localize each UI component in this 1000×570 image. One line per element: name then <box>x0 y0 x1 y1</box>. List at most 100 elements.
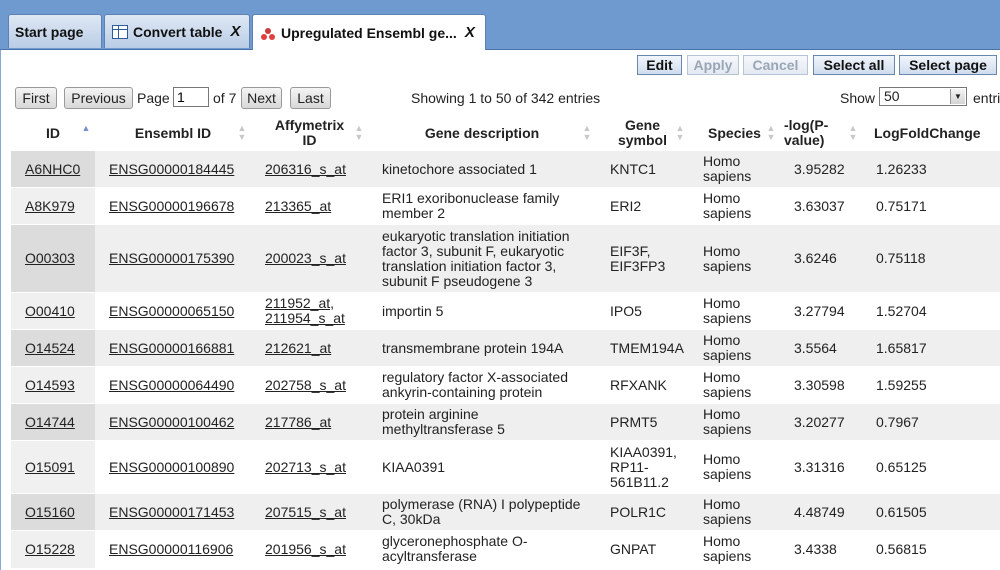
uniprot-id-link[interactable]: A6NHC0 <box>25 161 80 177</box>
uniprot-id-link[interactable]: O15091 <box>25 459 75 475</box>
affymetrix-id-link[interactable]: 213365_at <box>265 198 331 214</box>
species: Homo sapiens <box>689 292 780 330</box>
log-p-value: 3.5564 <box>780 329 862 367</box>
column-header-id[interactable]: ID ▲ <box>11 116 95 151</box>
apply-button[interactable]: Apply <box>687 55 739 75</box>
tab-label: Upregulated Ensembl ge... <box>281 24 457 41</box>
log-fold-change: 0.75118 <box>862 224 1000 293</box>
log-fold-change: 0.75171 <box>862 187 1000 225</box>
affymetrix-id-link[interactable]: 206316_s_at <box>265 161 346 177</box>
affymetrix-id-link[interactable]: 211952_at, 211954_s_at <box>265 295 345 326</box>
tab-label: Convert table <box>133 23 223 40</box>
ensembl-id-link[interactable]: ENSG00000196678 <box>109 198 234 214</box>
page-label: Page <box>137 90 170 106</box>
column-header-species[interactable]: Species ▲ ▼ <box>689 116 780 151</box>
table-row[interactable]: O15228 ENSG00000116906 201956_s_at glyce… <box>11 530 1000 568</box>
select-all-button[interactable]: Select all <box>813 55 895 75</box>
species: Homo sapiens <box>689 366 780 404</box>
close-icon[interactable]: X <box>465 24 475 41</box>
tab-start-page[interactable]: Start page <box>8 14 102 48</box>
affymetrix-id-link[interactable]: 207515_s_at <box>265 504 346 520</box>
column-header-gene-symbol[interactable]: Gene symbol ▲ ▼ <box>596 116 689 151</box>
gene-description: transmembrane protein 194A <box>368 329 596 367</box>
entries-info: Showing 1 to 50 of 342 entries <box>411 90 601 106</box>
ensembl-id-link[interactable]: ENSG00000175390 <box>109 250 234 266</box>
next-page-button[interactable]: Next <box>241 87 282 109</box>
uniprot-id-link[interactable]: O14744 <box>25 414 75 430</box>
table-row[interactable]: A8K979 ENSG00000196678 213365_at ERI1 ex… <box>11 187 1000 225</box>
table-row[interactable]: O14524 ENSG00000166881 212621_at transme… <box>11 329 1000 367</box>
sort-icon: ▲ ▼ <box>237 123 247 142</box>
log-p-value: 3.95282 <box>780 150 862 188</box>
table-row[interactable]: O15160 ENSG00000171453 207515_s_at polym… <box>11 493 1000 531</box>
page-size-select[interactable]: 50 ▼ <box>879 87 967 106</box>
log-fold-change: 1.26233 <box>862 150 1000 188</box>
column-header-log-fold-change[interactable]: LogFoldChange <box>862 116 1000 151</box>
gene-symbol: POLR1C <box>596 493 689 531</box>
ensembl-id-link[interactable]: ENSG00000116906 <box>109 541 233 557</box>
cancel-button[interactable]: Cancel <box>743 55 808 75</box>
page-number-input[interactable] <box>173 87 209 107</box>
log-fold-change: 1.65817 <box>862 329 1000 367</box>
column-header-affymetrix-id[interactable]: Affymetrix ID ▲ ▼ <box>251 116 368 151</box>
log-p-value: 3.30598 <box>780 366 862 404</box>
ensembl-id-link[interactable]: ENSG00000184445 <box>109 161 234 177</box>
table-icon <box>111 23 129 41</box>
table-row[interactable]: A6NHC0 ENSG00000184445 206316_s_at kinet… <box>11 150 1000 188</box>
sort-icon: ▲ ▼ <box>848 123 858 142</box>
edit-button[interactable]: Edit <box>637 55 682 75</box>
close-icon[interactable]: X <box>230 23 240 40</box>
column-header-log-p-value[interactable]: -log(P-value) ▲ ▼ <box>780 116 862 151</box>
uniprot-id-link[interactable]: O00303 <box>25 250 75 266</box>
first-page-button[interactable]: First <box>15 87 57 109</box>
ensembl-id-link[interactable]: ENSG00000166881 <box>109 340 234 356</box>
log-p-value: 3.20277 <box>780 403 862 441</box>
uniprot-id-link[interactable]: O00410 <box>25 303 75 319</box>
main-panel: Edit Apply Cancel Select all Select page… <box>0 50 1000 570</box>
species: Homo sapiens <box>689 440 780 494</box>
affymetrix-id-link[interactable]: 217786_at <box>265 414 331 430</box>
affymetrix-id-link[interactable]: 201956_s_at <box>265 541 346 557</box>
uniprot-id-link[interactable]: O15228 <box>25 541 75 557</box>
affymetrix-id-link[interactable]: 200023_s_at <box>265 250 346 266</box>
ensembl-id-link[interactable]: ENSG00000064490 <box>109 377 234 393</box>
table-row[interactable]: O14593 ENSG00000064490 202758_s_at regul… <box>11 366 1000 404</box>
uniprot-id-link[interactable]: A8K979 <box>25 198 75 214</box>
column-header-ensembl-id[interactable]: Ensembl ID ▲ ▼ <box>95 116 251 151</box>
sort-asc-icon: ▲ <box>81 123 91 133</box>
previous-page-button[interactable]: Previous <box>64 87 133 109</box>
gene-description: polymerase (RNA) I polypeptide C, 30kDa <box>368 493 596 531</box>
tab-convert-table[interactable]: Convert table X <box>104 14 250 48</box>
log-fold-change: 0.7967 <box>862 403 1000 441</box>
gene-symbol: KNTC1 <box>596 150 689 188</box>
column-header-gene-description[interactable]: Gene description ▲ ▼ <box>368 116 596 151</box>
gene-description: glyceronephosphate O-acyltransferase <box>368 530 596 568</box>
ensembl-id-link[interactable]: ENSG00000100890 <box>109 459 234 475</box>
table-row[interactable]: O00410 ENSG00000065150 211952_at, 211954… <box>11 292 1000 330</box>
species: Homo sapiens <box>689 150 780 188</box>
results-table: ID ▲ Ensembl ID ▲ ▼ Affymetrix ID ▲ ▼ Gene de… <box>11 116 1000 568</box>
gene-symbol: TMEM194A <box>596 329 689 367</box>
affymetrix-id-link[interactable]: 202713_s_at <box>265 459 346 475</box>
last-page-button[interactable]: Last <box>290 87 331 109</box>
tab-strip: Start page Convert table X Upregulated E… <box>0 0 1000 50</box>
sort-icon: ▲ ▼ <box>582 123 592 142</box>
tab-upregulated-genes[interactable]: Upregulated Ensembl ge... X <box>252 14 486 50</box>
uniprot-id-link[interactable]: O15160 <box>25 504 75 520</box>
show-label: Show <box>840 90 876 106</box>
table-row[interactable]: O15091 ENSG00000100890 202713_s_at KIAA0… <box>11 440 1000 494</box>
species: Homo sapiens <box>689 403 780 441</box>
table-row[interactable]: O00303 ENSG00000175390 200023_s_at eukar… <box>11 224 1000 293</box>
select-page-button[interactable]: Select page <box>899 55 997 75</box>
gene-symbol: IPO5 <box>596 292 689 330</box>
affymetrix-id-link[interactable]: 212621_at <box>265 340 331 356</box>
gene-symbol: ERI2 <box>596 187 689 225</box>
gene-description: kinetochore associated 1 <box>368 150 596 188</box>
table-row[interactable]: O14744 ENSG00000100462 217786_at protein… <box>11 403 1000 441</box>
affymetrix-id-link[interactable]: 202758_s_at <box>265 377 346 393</box>
ensembl-id-link[interactable]: ENSG00000100462 <box>109 414 234 430</box>
ensembl-id-link[interactable]: ENSG00000171453 <box>109 504 234 520</box>
uniprot-id-link[interactable]: O14593 <box>25 377 75 393</box>
uniprot-id-link[interactable]: O14524 <box>25 340 75 356</box>
ensembl-id-link[interactable]: ENSG00000065150 <box>109 303 234 319</box>
